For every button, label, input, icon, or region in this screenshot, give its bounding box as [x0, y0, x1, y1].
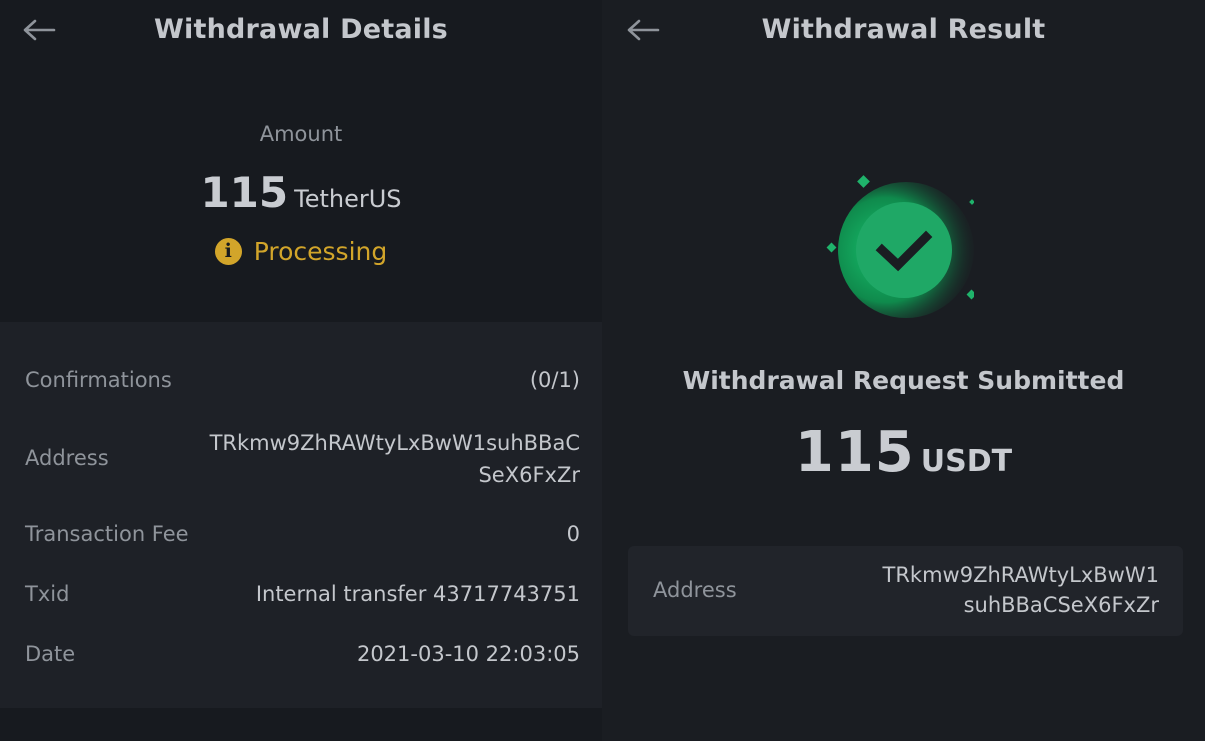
status-indicator: i Processing	[0, 237, 602, 266]
status-text: Processing	[253, 237, 388, 266]
txid-label: Txid	[25, 582, 70, 606]
fee-value: 0	[566, 522, 580, 546]
date-label: Date	[25, 642, 76, 666]
address-line-2: suhBBaCSeX6FxZr	[963, 593, 1159, 617]
amount-label: Amount	[259, 122, 343, 146]
address-value[interactable]: TRkmw9ZhRAWtyLxBwW1suhBBaC SeX6FxZr	[210, 427, 580, 491]
address-card: Address TRkmw9ZhRAWtyLxBwW1 suhBBaCSeX6F…	[628, 546, 1183, 636]
address-value[interactable]: TRkmw9ZhRAWtyLxBwW1 suhBBaCSeX6FxZr	[883, 560, 1160, 620]
result-amount: 115 USDT	[602, 420, 1205, 485]
amount-value: 115	[200, 168, 289, 217]
result-amount-currency: USDT	[920, 444, 1013, 479]
page-title: Withdrawal Details	[154, 14, 448, 45]
amount-display: 115 TetherUS	[0, 168, 602, 217]
date-value: 2021-03-10 22:03:05	[356, 642, 580, 666]
confirmations-label: Confirmations	[25, 368, 172, 392]
fee-label: Transaction Fee	[25, 522, 189, 546]
confirmations-value: (0/1)	[529, 368, 580, 392]
address-line-1: TRkmw9ZhRAWtyLxBwW1suhBBaC	[209, 431, 580, 455]
details-card: Confirmations (0/1) Address TRkmw9ZhRAWt…	[0, 322, 602, 708]
submitted-message: Withdrawal Request Submitted	[682, 366, 1125, 395]
txid-value[interactable]: Internal transfer 43717743751	[256, 578, 580, 610]
withdrawal-result-screen: Withdrawal Result Withdrawal Request Sub…	[602, 0, 1205, 741]
amount-currency: TetherUS	[294, 185, 402, 213]
withdrawal-details-screen: Withdrawal Details Amount 115 TetherUS iP…	[0, 0, 602, 741]
result-amount-value: 115	[794, 420, 915, 485]
address-label: Address	[653, 578, 737, 602]
address-label: Address	[25, 446, 109, 470]
check-circle-icon	[814, 170, 977, 330]
page-title: Withdrawal Result	[761, 14, 1046, 45]
info-icon: i	[214, 238, 242, 265]
address-line-1: TRkmw9ZhRAWtyLxBwW1	[882, 563, 1160, 587]
address-line-2: SeX6FxZr	[478, 463, 580, 487]
